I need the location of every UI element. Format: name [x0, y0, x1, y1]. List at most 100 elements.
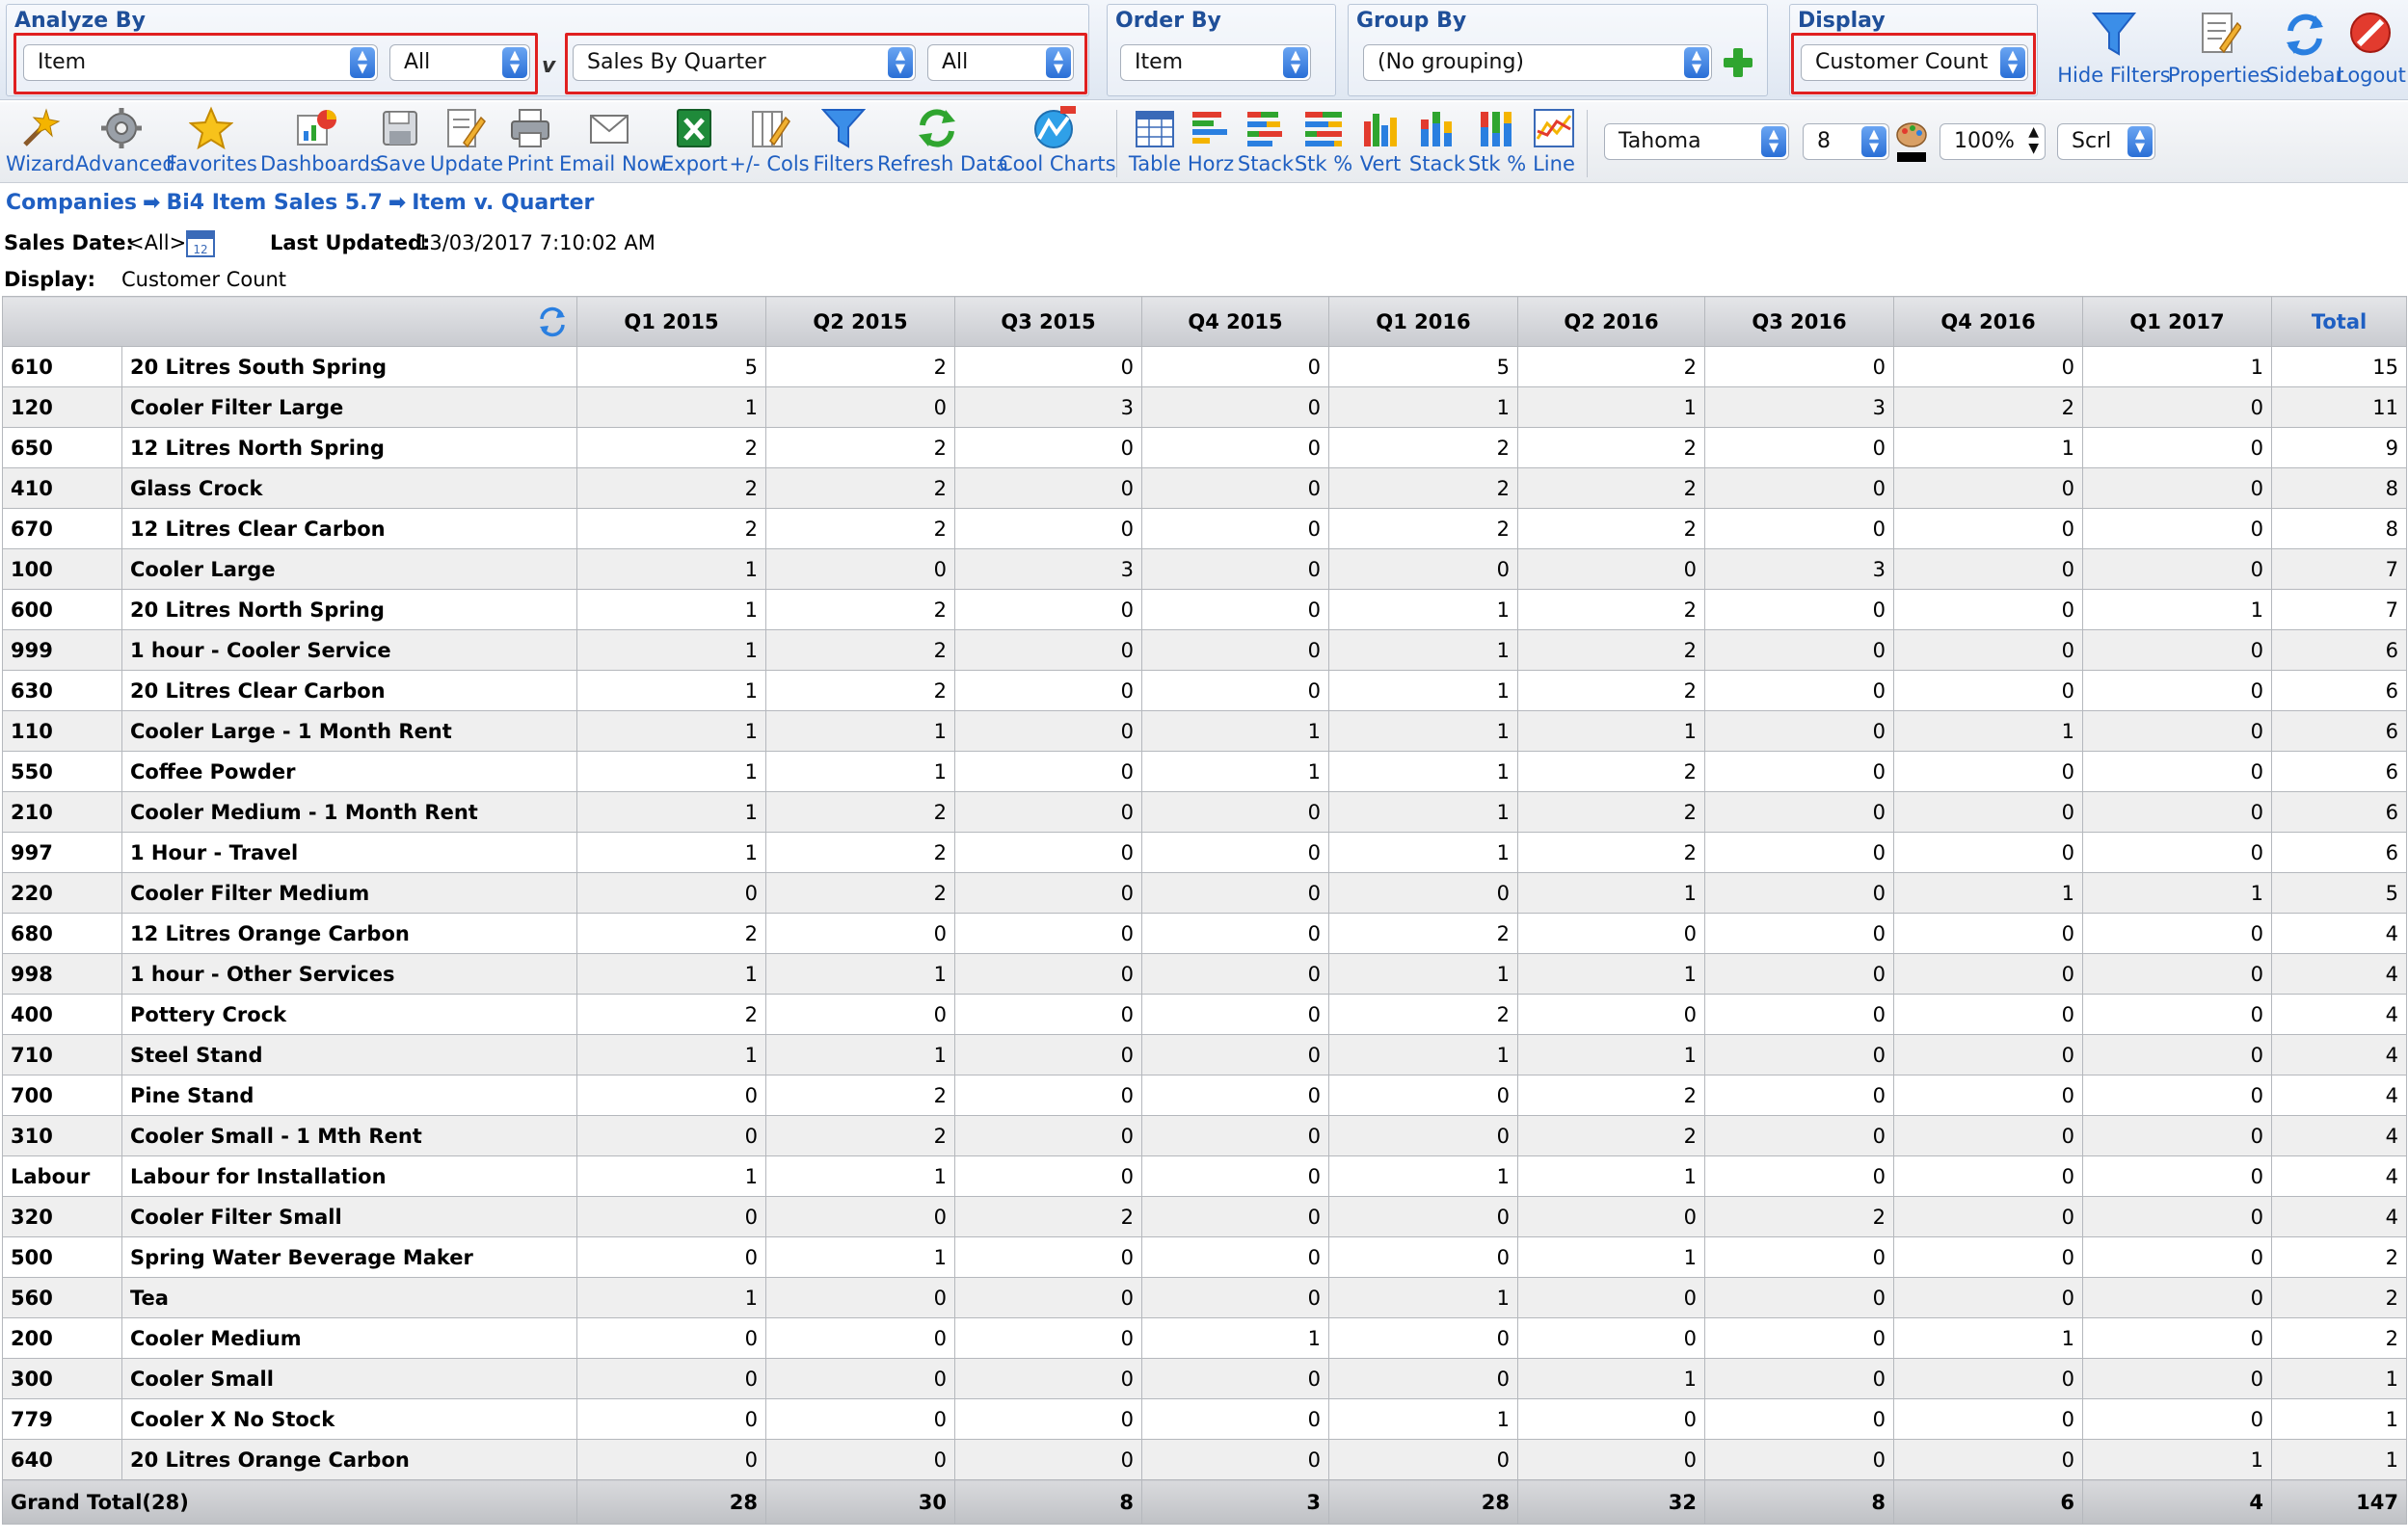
table-row[interactable]: 998 1 hour - Other Services 1 1 0 0 1 1 0 0 0 4: [2, 953, 2407, 995]
stack-vert-chart-button[interactable]: Stack: [1407, 106, 1467, 175]
analyze-secondary-filter-select[interactable]: All ▲ ▼: [927, 44, 1074, 81]
table-row[interactable]: 650 12 Litres North Spring 2 2 0 0 2 2 0 1 0 9: [2, 427, 2407, 468]
table-row[interactable]: 500 Spring Water Beverage Maker 0 1 0 0 0 1 0 0 0 2: [2, 1236, 2407, 1278]
table-row[interactable]: 100 Cooler Large 1 0 3 0 0 0 3 0 0 7: [2, 548, 2407, 590]
column-header[interactable]: Q1 2016: [1328, 296, 1518, 347]
column-header[interactable]: Q3 2016: [1704, 296, 1894, 347]
quarter-value-cell: 2: [765, 872, 955, 914]
table-row[interactable]: 999 1 hour - Cooler Service 1 2 0 0 1 2 0 0 0 6: [2, 629, 2407, 671]
order-by-select[interactable]: Item ▲ ▼: [1120, 44, 1311, 81]
font-size-select[interactable]: 8 ▲ ▼: [1803, 123, 1889, 160]
table-row[interactable]: 600 20 Litres North Spring 1 2 0 0 1 2 0 0 1 7: [2, 589, 2407, 630]
calendar-icon[interactable]: 12: [185, 227, 216, 258]
line-chart-button[interactable]: Line: [1529, 106, 1579, 175]
item-code: 560: [2, 1277, 122, 1318]
table-row[interactable]: 410 Glass Crock 2 2 0 0 2 2 0 0 0 8: [2, 467, 2407, 509]
display-select[interactable]: Customer Count ▲ ▼: [1801, 44, 2028, 81]
table-row[interactable]: 320 Cooler Filter Small 0 0 2 0 0 0 2 0 0 4: [2, 1196, 2407, 1237]
quarter-value-cell: 0: [2082, 1115, 2272, 1156]
hide-filters-button[interactable]: Hide Filters: [2051, 10, 2177, 87]
logout-button[interactable]: Logout: [2337, 10, 2406, 87]
column-header[interactable]: Q3 2015: [954, 296, 1142, 347]
quarter-value-cell: 0: [1704, 1358, 1894, 1399]
table-row[interactable]: 997 1 Hour - Travel 1 2 0 0 1 2 0 0 0 6: [2, 832, 2407, 873]
breadcrumb-report[interactable]: Bi4 Item Sales 5.7: [166, 191, 382, 215]
cols-button[interactable]: +/- Cols: [729, 106, 810, 175]
quarter-value-cell: 0: [1893, 1115, 2083, 1156]
table-row[interactable]: 400 Pottery Crock 2 0 0 0 2 0 0 0 0 4: [2, 994, 2407, 1035]
refresh-data-button[interactable]: Refresh Data: [877, 106, 1008, 175]
table-row[interactable]: 700 Pine Stand 0 2 0 0 0 2 0 0 0 4: [2, 1075, 2407, 1116]
advanced-button[interactable]: Advanced: [75, 106, 175, 175]
save-button[interactable]: Save: [376, 106, 426, 175]
table-row[interactable]: 670 12 Litres Clear Carbon 2 2 0 0 2 2 0 0 0 8: [2, 508, 2407, 549]
table-row[interactable]: 300 Cooler Small 0 0 0 0 0 1 0 0 0 1: [2, 1358, 2407, 1399]
table-row[interactable]: 630 20 Litres Clear Carbon 1 2 0 0 1 2 0 0 0 6: [2, 670, 2407, 711]
update-button[interactable]: Update: [430, 106, 503, 175]
table-row[interactable]: 610 20 Litres South Spring 5 2 0 0 5 2 0 0 1 15: [2, 346, 2407, 387]
table-row[interactable]: 110 Cooler Large - 1 Month Rent 1 1 0 1 1 1 0 1 0 6: [2, 710, 2407, 752]
quarter-value-cell: 0: [954, 1358, 1142, 1399]
table-view-label: Table: [1128, 152, 1182, 175]
add-group-icon[interactable]: [1722, 46, 1754, 79]
table-row[interactable]: 310 Cooler Small - 1 Mth Rent 0 2 0 0 0 2 0 0 0 4: [2, 1115, 2407, 1156]
swap-axes-icon[interactable]: [536, 305, 569, 338]
horz-chart-button[interactable]: Horz: [1184, 106, 1238, 175]
table-row[interactable]: 550 Coffee Powder 1 1 0 1 1 2 0 0 0 6: [2, 751, 2407, 792]
print-button[interactable]: Print: [503, 106, 557, 175]
table-row[interactable]: 560 Tea 1 0 0 0 1 0 0 0 0 2: [2, 1277, 2407, 1318]
table-row[interactable]: 680 12 Litres Orange Carbon 2 0 0 0 2 0 0 0 0 4: [2, 913, 2407, 954]
table-view-button[interactable]: Table: [1124, 106, 1186, 175]
dashboards-button[interactable]: Dashboards: [260, 106, 381, 175]
line-chart-icon: [1534, 109, 1574, 147]
vert-chart-button[interactable]: Vert: [1353, 106, 1407, 175]
column-header[interactable]: Q1 2015: [576, 296, 766, 347]
quarter-value-cell: 1: [1893, 427, 2083, 468]
analyze-secondary-select[interactable]: Sales By Quarter ▲ ▼: [573, 44, 916, 81]
stk-pct-vert-chart-button[interactable]: Stk %: [1467, 106, 1527, 175]
table-row[interactable]: 200 Cooler Medium 0 0 0 1 0 0 0 1 0 2: [2, 1317, 2407, 1359]
versus-separator: v: [542, 54, 556, 78]
filters-button[interactable]: Filters: [812, 106, 875, 175]
quarter-value-cell: 0: [954, 751, 1142, 792]
quarter-value-cell: 0: [2082, 1277, 2272, 1318]
grand-total-cell: 3: [1141, 1479, 1329, 1525]
item-name: Spring Water Beverage Maker: [121, 1236, 577, 1278]
table-row[interactable]: Labour Labour for Installation 1 1 0 0 1 1 0 0 0 4: [2, 1155, 2407, 1197]
table-row[interactable]: 120 Cooler Filter Large 1 0 3 0 1 1 3 2 0 11: [2, 386, 2407, 428]
table-row[interactable]: 210 Cooler Medium - 1 Month Rent 1 2 0 0 1 2 0 0 0…: [2, 791, 2407, 833]
breadcrumb-view[interactable]: Item v. Quarter: [412, 191, 594, 215]
export-button[interactable]: Export: [661, 106, 728, 175]
column-header[interactable]: Q4 2015: [1141, 296, 1329, 347]
zoom-select[interactable]: 100% ▲ ▼: [1940, 123, 2046, 160]
column-header[interactable]: Q2 2015: [765, 296, 955, 347]
group-by-select[interactable]: (No grouping) ▲ ▼: [1363, 44, 1712, 81]
stack-chart-button[interactable]: Stack: [1236, 106, 1296, 175]
sidebar-button[interactable]: Sidebar: [2261, 10, 2348, 87]
color-palette-icon[interactable]: [1895, 121, 1928, 164]
email-now-button[interactable]: Email Now: [559, 106, 666, 175]
analyze-primary-filter-select[interactable]: All ▲ ▼: [389, 44, 530, 81]
total-column-header[interactable]: Total: [2271, 296, 2407, 347]
column-header[interactable]: Q4 2016: [1893, 296, 2083, 347]
table-row[interactable]: 710 Steel Stand 1 1 0 0 1 1 0 0 0 4: [2, 1034, 2407, 1075]
column-header[interactable]: Q1 2017: [2082, 296, 2272, 347]
wizard-button[interactable]: Wizard: [6, 106, 75, 175]
scroll-select[interactable]: Scrl ▲ ▼: [2057, 123, 2155, 160]
item-code: 310: [2, 1115, 122, 1156]
quarter-value-cell: 0: [2082, 427, 2272, 468]
column-header[interactable]: Q2 2016: [1517, 296, 1705, 347]
stk-pct-chart-button[interactable]: Stk %: [1294, 106, 1353, 175]
quarter-value-cell: 1: [1141, 751, 1329, 792]
analyze-primary-select[interactable]: Item ▲ ▼: [23, 44, 378, 81]
breadcrumb-companies[interactable]: Companies: [6, 191, 137, 215]
table-row[interactable]: 640 20 Litres Orange Carbon 0 0 0 0 0 0 0 0 1 1: [2, 1439, 2407, 1480]
font-select[interactable]: Tahoma ▲ ▼: [1604, 123, 1789, 160]
favorites-button[interactable]: Favorites: [166, 106, 257, 175]
display-label: Display:: [4, 268, 95, 291]
table-row[interactable]: 779 Cooler X No Stock 0 0 0 0 1 0 0 0 0 1: [2, 1398, 2407, 1440]
cool-charts-button[interactable]: Cool Charts: [999, 106, 1116, 175]
properties-button[interactable]: Properties: [2165, 10, 2273, 87]
chevron-updown-icon: ▲ ▼: [502, 47, 527, 78]
table-row[interactable]: 220 Cooler Filter Medium 0 2 0 0 0 1 0 1 1 5: [2, 872, 2407, 914]
